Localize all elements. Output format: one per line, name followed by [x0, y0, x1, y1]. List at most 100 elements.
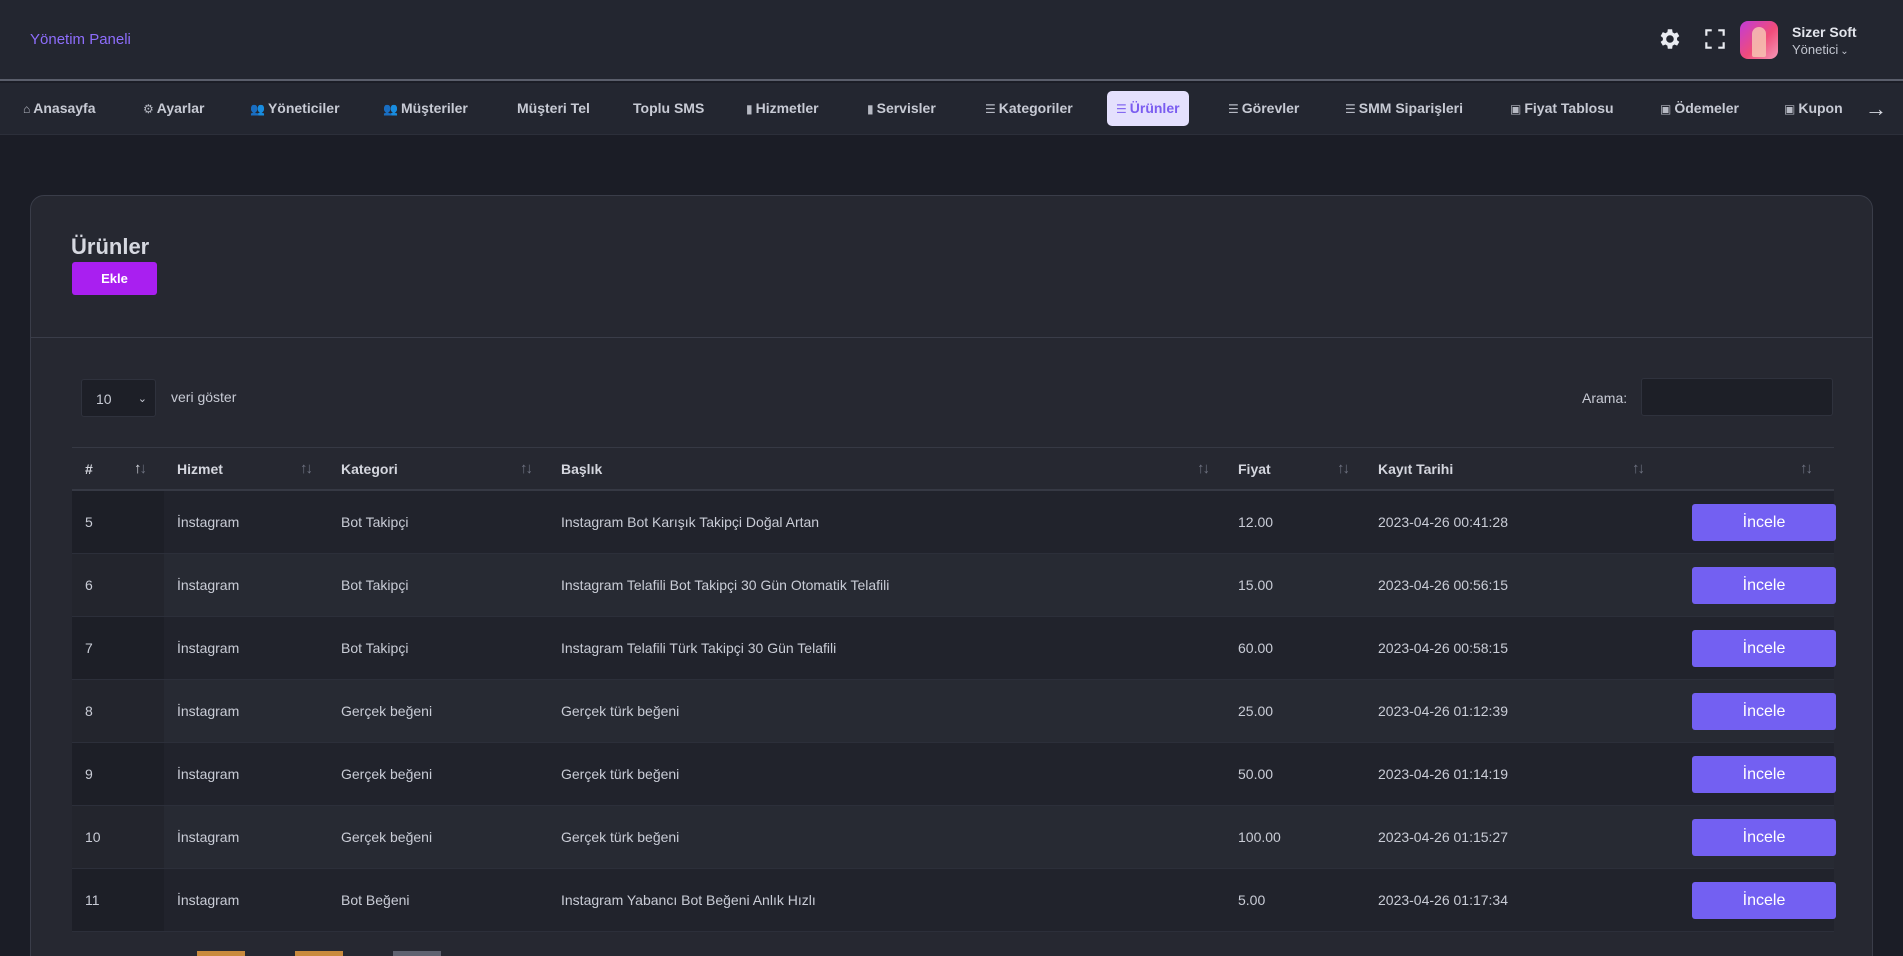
table-row: 8 İnstagram Gerçek beğeni Gerçek türk beğen…	[72, 680, 1836, 743]
nav-item-label: Anasayfa	[33, 100, 96, 116]
table-row: 5 İnstagram Bot Takipçi Instagram Bot Karış…	[72, 491, 1836, 554]
cell-date: 2023-04-26 01:14:19	[1378, 766, 1508, 782]
cell-id: 5	[85, 514, 93, 530]
nav-item-6[interactable]: ▮ Hizmetler	[737, 91, 828, 126]
inspect-button[interactable]: İncele	[1692, 630, 1836, 667]
cell-price: 100.00	[1238, 829, 1281, 845]
pagination-button[interactable]	[393, 951, 441, 956]
nav-item-11[interactable]: ☰ SMM Siparişleri	[1336, 91, 1472, 126]
nav-item-5[interactable]: Toplu SMS	[624, 91, 713, 126]
nav-item-1[interactable]: ⚙ Ayarlar	[134, 91, 214, 126]
col-header-service[interactable]: Hizmet	[177, 448, 223, 490]
cell-service: İnstagram	[177, 892, 240, 908]
gear-icon[interactable]	[1656, 26, 1682, 52]
inspect-button[interactable]: İncele	[1692, 504, 1836, 541]
cell-title: Instagram Yabancı Bot Beğeni Anlık Hızlı	[561, 892, 816, 908]
inspect-button[interactable]: İncele	[1692, 567, 1836, 604]
page-length-value: 10	[96, 391, 112, 407]
col-header-price[interactable]: Fiyat	[1238, 448, 1271, 490]
user-role-dropdown[interactable]: Yönetici ⌄	[1792, 42, 1849, 57]
col-header-title[interactable]: Başlık	[561, 448, 602, 490]
users-icon: 👥	[383, 102, 398, 116]
add-button[interactable]: Ekle	[72, 262, 157, 295]
cell-category: Bot Takipçi	[341, 577, 409, 593]
chevron-down-icon: ⌄	[137, 393, 147, 405]
money-icon: ▣	[1784, 102, 1796, 116]
cell-id: 11	[85, 892, 100, 908]
list-icon: ☰	[1345, 102, 1356, 116]
sort-icon[interactable]: ↑↓	[520, 448, 533, 490]
inspect-button[interactable]: İncele	[1692, 756, 1836, 793]
nav-item-3[interactable]: 👥 Müşteriler	[374, 91, 477, 126]
cell-title: Gerçek türk beğeni	[561, 829, 680, 845]
avatar[interactable]	[1740, 21, 1778, 59]
col-header-date[interactable]: Kayıt Tarihi	[1378, 448, 1453, 490]
nav-item-8[interactable]: ☰ Kategoriler	[976, 91, 1082, 126]
cell-id: 10	[85, 829, 101, 845]
cell-date: 2023-04-26 01:12:39	[1378, 703, 1508, 719]
sort-icon[interactable]: ↑↓	[1800, 448, 1813, 490]
nav-item-label: Yöneticiler	[267, 100, 340, 116]
cell-price: 15.00	[1238, 577, 1274, 593]
cell-service: İnstagram	[177, 577, 240, 593]
nav-item-4[interactable]: Müşteri Tel	[508, 91, 599, 126]
cell-title: Gerçek türk beğeni	[561, 766, 680, 782]
col-header-category[interactable]: Kategori	[341, 448, 398, 490]
nav-scroll-right-icon[interactable]: →	[1865, 96, 1887, 122]
user-role-label: Yönetici	[1792, 42, 1839, 57]
search-label: Arama:	[1582, 390, 1628, 406]
page-length-select[interactable]: 10 ⌄	[81, 379, 156, 417]
home-icon: ⌂	[23, 102, 31, 116]
sort-icon[interactable]: ↑↓	[1197, 448, 1210, 490]
nav-item-label: SMM Siparişleri	[1358, 100, 1464, 116]
user-name[interactable]: Sizer Soft	[1792, 24, 1857, 40]
products-card: Ürünler Ekle 10 ⌄ veri göster Arama: # ↑…	[30, 195, 1873, 956]
cell-price: 25.00	[1238, 703, 1274, 719]
cell-price: 60.00	[1238, 640, 1274, 656]
cell-price: 5.00	[1238, 892, 1266, 908]
nav-item-2[interactable]: 👥 Yöneticiler	[241, 91, 349, 126]
inspect-button[interactable]: İncele	[1692, 693, 1836, 730]
sort-icon[interactable]: ↑↓	[1337, 448, 1350, 490]
nav-item-label: Ürünler	[1129, 100, 1180, 116]
sort-icon[interactable]: ↑↓	[134, 448, 147, 490]
money-icon: ▣	[1510, 102, 1522, 116]
brand-title[interactable]: Yönetim Paneli	[30, 31, 131, 48]
top-header: Yönetim Paneli Sizer Soft Yönetici ⌄	[0, 0, 1903, 81]
cell-service: İnstagram	[177, 640, 240, 656]
cell-id: 8	[85, 703, 93, 719]
products-table: # ↑↓ Hizmet ↑↓ Kategori ↑↓ Başlık ↑↓ Fiy…	[72, 447, 1836, 932]
building-icon: ▮	[746, 102, 753, 116]
table-row: 11 İnstagram Bot Beğeni Instagram Yabancı B…	[72, 869, 1836, 932]
nav-item-9[interactable]: ☰ Ürünler	[1107, 91, 1189, 126]
inspect-button[interactable]: İncele	[1692, 819, 1836, 856]
nav-item-12[interactable]: ▣ Fiyat Tablosu	[1501, 91, 1623, 126]
sort-icon[interactable]: ↑↓	[300, 448, 313, 490]
cell-price: 50.00	[1238, 766, 1274, 782]
pagination-button[interactable]	[295, 951, 343, 956]
search-input[interactable]	[1641, 378, 1833, 416]
sort-icon[interactable]: ↑↓	[1632, 448, 1645, 490]
cell-price: 12.00	[1238, 514, 1274, 530]
cell-title: Instagram Telafili Bot Takipçi 30 Gün Ot…	[561, 577, 890, 593]
inspect-button[interactable]: İncele	[1692, 882, 1836, 919]
cell-service: İnstagram	[177, 829, 240, 845]
page-title: Ürünler	[71, 234, 150, 259]
pagination-button[interactable]	[197, 951, 245, 956]
nav-item-7[interactable]: ▮ Servisler	[858, 91, 945, 126]
nav-item-10[interactable]: ☰ Görevler	[1219, 91, 1308, 126]
table-row: 9 İnstagram Gerçek beğeni Gerçek türk beğen…	[72, 743, 1836, 806]
cell-service: İnstagram	[177, 514, 240, 530]
nav-item-0[interactable]: ⌂ Anasayfa	[14, 91, 105, 126]
building-icon: ▮	[867, 102, 874, 116]
nav-item-label: Görevler	[1241, 100, 1300, 116]
nav-item-label: Kategoriler	[998, 100, 1073, 116]
fullscreen-icon[interactable]	[1702, 26, 1728, 52]
nav-item-13[interactable]: ▣ Ödemeler	[1651, 91, 1748, 126]
nav-item-label: Müşteri Tel	[517, 100, 590, 116]
cell-title: Instagram Telafili Türk Takipçi 30 Gün T…	[561, 640, 837, 656]
page-length-label: veri göster	[171, 389, 237, 405]
col-header-id[interactable]: #	[85, 448, 93, 490]
cell-date: 2023-04-26 01:15:27	[1378, 829, 1508, 845]
nav-item-14[interactable]: ▣ Kupon	[1775, 91, 1852, 126]
